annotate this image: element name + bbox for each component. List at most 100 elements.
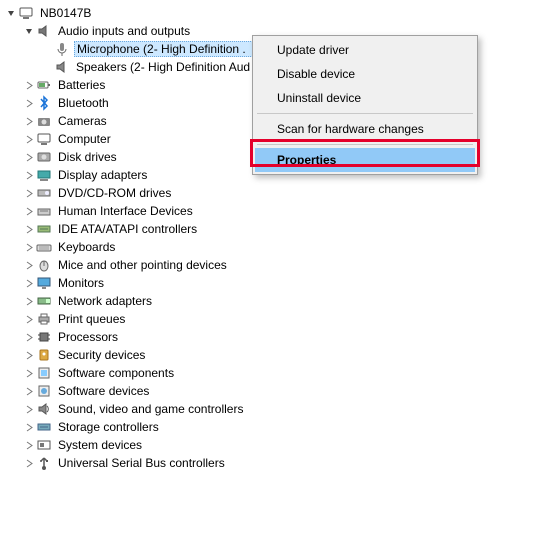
chevron-right-icon[interactable] [22, 99, 36, 108]
network-adapter-icon [36, 293, 52, 309]
speaker-icon [54, 59, 70, 75]
chevron-right-icon[interactable] [22, 261, 36, 270]
software-device-icon [36, 383, 52, 399]
ide-controller-icon [36, 221, 52, 237]
chevron-right-icon[interactable] [22, 387, 36, 396]
menu-disable-device[interactable]: Disable device [255, 62, 475, 86]
system-device-icon [36, 437, 52, 453]
chevron-right-icon[interactable] [22, 333, 36, 342]
chevron-right-icon[interactable] [22, 117, 36, 126]
tree-label: Storage controllers [56, 420, 161, 434]
tree-label: Software devices [56, 384, 151, 398]
tree-label: Network adapters [56, 294, 154, 308]
chevron-right-icon[interactable] [22, 351, 36, 360]
tree-label: Mice and other pointing devices [56, 258, 229, 272]
tree-item-hid[interactable]: Human Interface Devices [4, 202, 535, 220]
tree-label: Sound, video and game controllers [56, 402, 245, 416]
tree-item-security[interactable]: Security devices [4, 346, 535, 364]
speaker-icon [36, 23, 52, 39]
monitor-icon [36, 275, 52, 291]
display-adapter-icon [36, 167, 52, 183]
tree-label: DVD/CD-ROM drives [56, 186, 173, 200]
tree-label: Speakers (2- High Definition Aud [74, 60, 252, 74]
tree-root[interactable]: NB0147B [4, 4, 535, 22]
menu-properties[interactable]: Properties [255, 148, 475, 172]
chevron-right-icon[interactable] [22, 207, 36, 216]
tree-item-mice[interactable]: Mice and other pointing devices [4, 256, 535, 274]
chevron-right-icon[interactable] [22, 243, 36, 252]
tree-label: Computer [56, 132, 113, 146]
tree-item-processors[interactable]: Processors [4, 328, 535, 346]
tree-label: Bluetooth [56, 96, 111, 110]
storage-controller-icon [36, 419, 52, 435]
menu-separator [257, 144, 473, 145]
processor-icon [36, 329, 52, 345]
software-component-icon [36, 365, 52, 381]
tree-item-dvd[interactable]: DVD/CD-ROM drives [4, 184, 535, 202]
chevron-right-icon[interactable] [22, 135, 36, 144]
microphone-icon [54, 41, 70, 57]
menu-uninstall-device[interactable]: Uninstall device [255, 86, 475, 110]
tree-item-storage[interactable]: Storage controllers [4, 418, 535, 436]
tree-label: Human Interface Devices [56, 204, 195, 218]
tree-label: Print queues [56, 312, 127, 326]
menu-separator [257, 113, 473, 114]
tree-item-sound[interactable]: Sound, video and game controllers [4, 400, 535, 418]
mouse-icon [36, 257, 52, 273]
battery-icon [36, 77, 52, 93]
tree-label: Monitors [56, 276, 106, 290]
chevron-right-icon[interactable] [22, 81, 36, 90]
chevron-right-icon[interactable] [22, 153, 36, 162]
chevron-right-icon[interactable] [22, 171, 36, 180]
usb-icon [36, 455, 52, 471]
tree-item-keyboards[interactable]: Keyboards [4, 238, 535, 256]
chevron-down-icon[interactable] [22, 27, 36, 36]
chevron-right-icon[interactable] [22, 225, 36, 234]
menu-scan-hardware[interactable]: Scan for hardware changes [255, 117, 475, 141]
context-menu[interactable]: Update driver Disable device Uninstall d… [252, 35, 478, 175]
tree-item-printqueues[interactable]: Print queues [4, 310, 535, 328]
chevron-right-icon[interactable] [22, 423, 36, 432]
chevron-right-icon[interactable] [22, 369, 36, 378]
tree-item-monitors[interactable]: Monitors [4, 274, 535, 292]
printer-icon [36, 311, 52, 327]
bluetooth-icon [36, 95, 52, 111]
tree-label: IDE ATA/ATAPI controllers [56, 222, 199, 236]
tree-item-swcomponents[interactable]: Software components [4, 364, 535, 382]
tree-label: NB0147B [38, 6, 93, 20]
chevron-right-icon[interactable] [22, 279, 36, 288]
menu-update-driver[interactable]: Update driver [255, 38, 475, 62]
tree-label: Batteries [56, 78, 107, 92]
chevron-right-icon[interactable] [22, 315, 36, 324]
tree-label: Disk drives [56, 150, 119, 164]
chevron-right-icon[interactable] [22, 405, 36, 414]
tree-label: Processors [56, 330, 120, 344]
camera-icon [36, 113, 52, 129]
hid-icon [36, 203, 52, 219]
chevron-down-icon[interactable] [4, 9, 18, 18]
keyboard-icon [36, 239, 52, 255]
chevron-right-icon[interactable] [22, 441, 36, 450]
tree-label: Universal Serial Bus controllers [56, 456, 227, 470]
chevron-right-icon[interactable] [22, 297, 36, 306]
chevron-right-icon[interactable] [22, 189, 36, 198]
tree-item-network[interactable]: Network adapters [4, 292, 535, 310]
tree-label: Audio inputs and outputs [56, 24, 192, 38]
computer-icon [36, 131, 52, 147]
tree-item-system[interactable]: System devices [4, 436, 535, 454]
security-device-icon [36, 347, 52, 363]
tree-label: Display adapters [56, 168, 149, 182]
computer-icon [18, 5, 34, 21]
disk-drive-icon [36, 149, 52, 165]
chevron-right-icon[interactable] [22, 459, 36, 468]
tree-label: Software components [56, 366, 176, 380]
dvd-drive-icon [36, 185, 52, 201]
tree-item-swdevices[interactable]: Software devices [4, 382, 535, 400]
sound-controller-icon [36, 401, 52, 417]
tree-label: Keyboards [56, 240, 117, 254]
tree-item-usb[interactable]: Universal Serial Bus controllers [4, 454, 535, 472]
tree-label: Cameras [56, 114, 109, 128]
tree-label: Security devices [56, 348, 147, 362]
tree-item-ide[interactable]: IDE ATA/ATAPI controllers [4, 220, 535, 238]
tree-label: System devices [56, 438, 144, 452]
